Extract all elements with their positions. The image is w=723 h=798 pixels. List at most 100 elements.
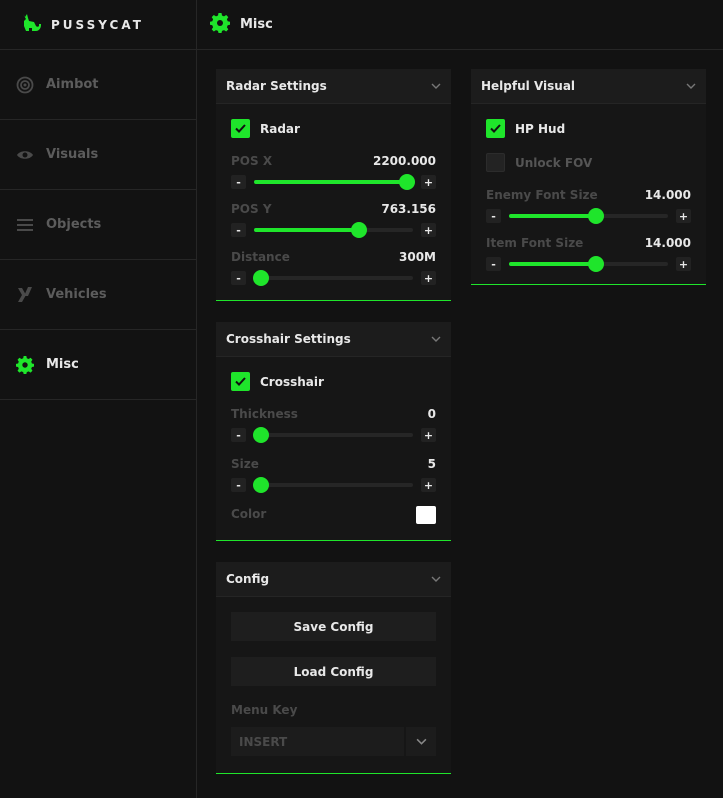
logo: PUSSYCAT — [0, 0, 196, 50]
page-title: Misc — [240, 17, 273, 32]
thickness-decrement-button[interactable]: - — [231, 428, 246, 442]
pos-x-slider[interactable] — [254, 174, 415, 190]
pos-x-decrement-button[interactable]: - — [231, 175, 246, 189]
hp-hud-toggle[interactable]: HP Hud — [486, 119, 565, 138]
pos-y-slider[interactable] — [254, 222, 413, 238]
menu-key-label: Menu Key — [231, 703, 298, 717]
unlock-fov-toggle[interactable]: Unlock FOV — [486, 153, 592, 172]
config-panel: Config Save Config Load Config Menu Key … — [216, 562, 451, 774]
app-name: PUSSYCAT — [51, 17, 144, 32]
distance-slider[interactable] — [253, 270, 413, 286]
panel-title: Crosshair Settings — [226, 332, 351, 346]
gear-icon — [210, 12, 230, 37]
size-increment-button[interactable]: + — [421, 478, 436, 492]
thickness-slider[interactable] — [253, 427, 413, 443]
chevron-down-icon — [431, 83, 441, 89]
sidebar: PUSSYCAT Aimbot Visuals Objects Vehicles… — [0, 0, 197, 798]
size-value: 5 — [427, 457, 436, 471]
sidebar-item-label: Vehicles — [46, 287, 107, 302]
load-config-button[interactable]: Load Config — [231, 657, 436, 686]
distance-label: Distance — [231, 250, 290, 264]
pos-x-value: 2200.000 — [372, 154, 436, 168]
crosshair-color-swatch[interactable] — [416, 506, 436, 524]
config-header[interactable]: Config — [216, 562, 451, 597]
sidebar-item-vehicles[interactable]: Vehicles — [0, 260, 196, 330]
item-font-size-increment-button[interactable]: + — [676, 257, 691, 271]
slider-fill — [254, 228, 359, 232]
crosshair-toggle[interactable]: Crosshair — [231, 372, 324, 391]
enemy-font-size-slider[interactable] — [509, 208, 668, 224]
cat-icon — [20, 13, 42, 37]
item-font-size-value: 14.000 — [644, 236, 691, 250]
enemy-font-size-label: Enemy Font Size — [486, 188, 598, 202]
checkmark-icon — [490, 124, 501, 133]
pos-y-value: 763.156 — [381, 202, 436, 216]
radar-toggle[interactable]: Radar — [231, 119, 300, 138]
gear-icon — [16, 355, 34, 374]
distance-decrement-button[interactable]: - — [231, 271, 246, 285]
item-font-size-slider[interactable] — [509, 256, 668, 272]
slider-thumb[interactable] — [398, 174, 415, 190]
sidebar-item-misc[interactable]: Misc — [0, 330, 196, 400]
crosshair-settings-header[interactable]: Crosshair Settings — [216, 322, 451, 357]
sidebar-item-label: Misc — [46, 357, 79, 372]
slider-thumb[interactable] — [253, 427, 269, 443]
sidebar-item-label: Visuals — [46, 147, 99, 162]
unlock-fov-checkbox[interactable] — [486, 153, 505, 172]
sidebar-item-aimbot[interactable]: Aimbot — [0, 50, 196, 120]
size-slider[interactable] — [253, 477, 413, 493]
slider-thumb[interactable] — [253, 270, 269, 286]
x-logo-icon — [16, 286, 34, 304]
sidebar-item-visuals[interactable]: Visuals — [0, 120, 196, 190]
thickness-increment-button[interactable]: + — [421, 428, 436, 442]
checkmark-icon — [235, 124, 246, 133]
save-config-button[interactable]: Save Config — [231, 612, 436, 641]
distance-value: 300M — [399, 250, 436, 264]
eye-icon — [16, 146, 34, 164]
slider-fill — [509, 214, 597, 218]
slider-fill — [509, 262, 597, 266]
hp-hud-checkbox[interactable] — [486, 119, 505, 138]
radar-settings-panel: Radar Settings Radar POS X 2200.000 - + … — [216, 69, 451, 301]
unlock-fov-label: Unlock FOV — [515, 155, 593, 170]
chevron-down-icon — [431, 336, 441, 342]
distance-increment-button[interactable]: + — [421, 271, 436, 285]
chevron-down-icon — [686, 83, 696, 89]
menu-icon — [16, 216, 34, 234]
header: Misc — [197, 0, 723, 50]
pos-x-increment-button[interactable]: + — [421, 175, 436, 189]
item-font-size-label: Item Font Size — [486, 236, 584, 250]
chevron-down-icon — [416, 738, 426, 745]
menu-key-dropdown-button[interactable] — [406, 727, 436, 756]
pos-y-label: POS Y — [231, 202, 272, 216]
helpful-visual-header[interactable]: Helpful Visual — [471, 69, 706, 104]
enemy-font-size-value: 14.000 — [644, 188, 691, 202]
thickness-value: 0 — [427, 407, 436, 421]
target-icon — [16, 76, 34, 94]
radar-settings-header[interactable]: Radar Settings — [216, 69, 451, 104]
crosshair-checkbox[interactable] — [231, 372, 250, 391]
panel-title: Helpful Visual — [481, 79, 576, 93]
checkmark-icon — [235, 377, 246, 386]
slider-thumb[interactable] — [253, 477, 269, 493]
sidebar-item-objects[interactable]: Objects — [0, 190, 196, 260]
hp-hud-label: HP Hud — [515, 121, 566, 136]
crosshair-settings-panel: Crosshair Settings Crosshair Thickness 0… — [216, 322, 451, 541]
size-decrement-button[interactable]: - — [231, 478, 246, 492]
pos-y-increment-button[interactable]: + — [421, 223, 436, 237]
color-label: Color — [231, 507, 267, 521]
crosshair-label: Crosshair — [260, 374, 324, 389]
thickness-label: Thickness — [231, 407, 298, 421]
enemy-font-size-increment-button[interactable]: + — [676, 209, 691, 223]
menu-key-select[interactable]: INSERT — [231, 727, 404, 756]
size-label: Size — [231, 457, 259, 471]
pos-y-decrement-button[interactable]: - — [231, 223, 246, 237]
enemy-font-size-decrement-button[interactable]: - — [486, 209, 501, 223]
slider-thumb[interactable] — [350, 222, 367, 238]
slider-thumb[interactable] — [588, 208, 605, 224]
radar-checkbox[interactable] — [231, 119, 250, 138]
slider-fill — [254, 180, 407, 184]
slider-thumb[interactable] — [588, 256, 605, 272]
helpful-visual-panel: Helpful Visual HP Hud Unlock FOV Enemy F… — [471, 69, 706, 285]
item-font-size-decrement-button[interactable]: - — [486, 257, 501, 271]
